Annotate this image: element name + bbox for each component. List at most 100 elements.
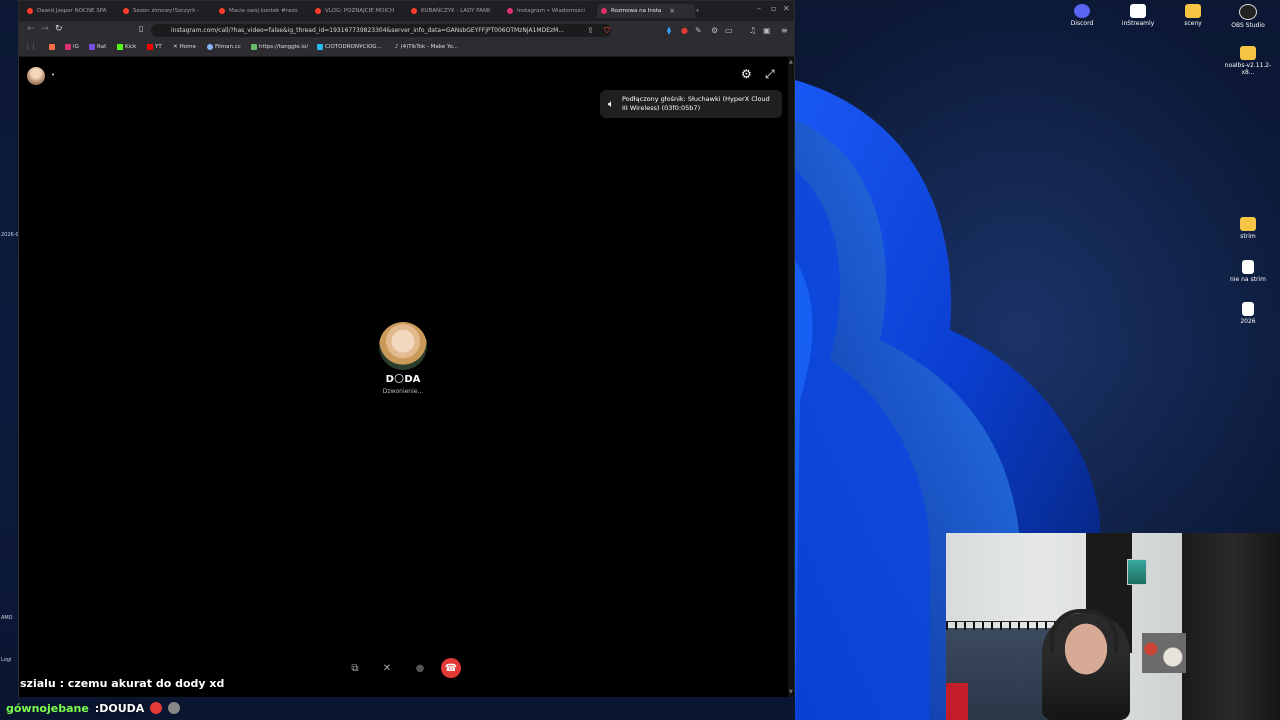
folder-icon: [1185, 4, 1201, 18]
tab-active[interactable]: Rozmowa na Insta ×: [597, 4, 695, 18]
tab-title: VLOG: POZNAJCIE MOICH: [325, 8, 395, 14]
desktop-icon-sceny[interactable]: sceny: [1165, 4, 1221, 27]
bookmark-icon[interactable]: ▯: [139, 24, 143, 33]
minimize-icon[interactable]: –: [757, 4, 761, 13]
callee-name: D🌕DA: [385, 374, 421, 385]
tab[interactable]: Sezon zimowy!Szczyrk -: [123, 4, 209, 18]
desktop-edge-label: AMD: [1, 615, 13, 621]
url-input[interactable]: instagram.com/call/?has_video=false&ig_t…: [151, 24, 611, 37]
webcam-overlay: [946, 533, 1280, 720]
call-status: Dzwonienie...: [382, 388, 424, 395]
bookmark-item[interactable]: ✕ Home: [173, 44, 196, 50]
puzzle-icon[interactable]: ⚙: [711, 26, 718, 35]
desktop-edge-label: 2026-0: [1, 232, 19, 238]
bookmark-item[interactable]: CIOTODRON¥CIOG...: [317, 44, 382, 50]
bookmark-item[interactable]: YT: [147, 44, 162, 50]
desktop-icon-label: Discord: [1070, 20, 1094, 27]
desktop-icon-discord[interactable]: Discord: [1054, 4, 1110, 27]
bookmark-label: Filman.cc: [215, 44, 241, 50]
desktop-icon-instreamly[interactable]: inStreamly: [1110, 4, 1166, 27]
document-icon: [1242, 302, 1254, 316]
settings-gear-icon[interactable]: ⚙: [741, 67, 752, 81]
chat-username: gównojebane: [6, 701, 89, 715]
address-bar: ← → ↻ ▯ instagram.com/call/?has_video=fa…: [19, 21, 794, 40]
wallet-icon[interactable]: ▣: [763, 26, 771, 35]
scroll-up-icon[interactable]: ▲: [789, 59, 793, 65]
desktop-icon-obs-studio[interactable]: OBS Studio: [1220, 4, 1276, 29]
desktop-icon-label: noalbs-v2.11.2-x8...: [1224, 62, 1272, 76]
bookmark-favicon: [317, 44, 323, 50]
instagram-icon: [507, 8, 513, 14]
bookmark-item[interactable]: Kick: [117, 44, 136, 50]
chat-message: szialu : czemu akurat do dody xd: [20, 677, 225, 690]
bookmark-favicon: [251, 44, 257, 50]
microphone-button[interactable]: ●: [410, 658, 430, 678]
sidebar-icon[interactable]: ▭: [725, 26, 733, 35]
maximize-icon[interactable]: ▫: [771, 4, 776, 13]
fullscreen-icon[interactable]: ⤢: [765, 67, 775, 82]
forward-arrow-icon[interactable]: →: [41, 24, 49, 34]
emote-icon: [150, 702, 163, 714]
self-avatar: [27, 67, 45, 85]
back-arrow-icon[interactable]: ←: [27, 24, 35, 34]
youtube-icon: [219, 8, 225, 14]
desktop-icon-strim[interactable]: strim: [1220, 217, 1276, 240]
close-icon[interactable]: ×: [669, 7, 675, 15]
camera-off-button[interactable]: ✕: [377, 658, 397, 678]
end-call-button[interactable]: ☎: [441, 658, 461, 678]
desktop-icon-label: OBS Studio: [1231, 22, 1265, 29]
desktop-icon-label: 2026: [1240, 318, 1256, 325]
youtube-icon: [315, 8, 321, 14]
bookmark-label: CIOTODRON¥CIOG...: [325, 44, 382, 50]
chat-text: :DOUDA: [94, 701, 145, 715]
extension-icon[interactable]: ●: [681, 26, 688, 35]
screen-share-button[interactable]: ⧉: [345, 658, 365, 678]
bookmark-item[interactable]: IG: [65, 44, 79, 50]
bookmark-item[interactable]: Rat: [89, 44, 106, 50]
bookmark-item[interactable]: https://tanggle.io/: [251, 44, 308, 50]
x-icon: ✕: [173, 44, 178, 50]
tab[interactable]: KUBAŃCZYK - LADY PANK: [411, 4, 495, 18]
menu-icon[interactable]: ≡: [781, 26, 788, 35]
instreamly-icon: [1130, 4, 1146, 18]
reload-icon[interactable]: ↻: [55, 24, 63, 34]
tab-title: Rozmowa na Insta: [611, 8, 662, 14]
scroll-down-icon[interactable]: ▼: [789, 689, 793, 695]
desktop-icon-2026[interactable]: 2026: [1220, 302, 1276, 325]
youtube-icon: [411, 8, 417, 14]
emote-icon: [168, 702, 181, 714]
apps-grid-icon[interactable]: ⋮⋮: [25, 44, 36, 50]
share-icon[interactable]: ⇪: [587, 26, 594, 35]
extension-icon[interactable]: ✎: [695, 26, 702, 35]
music-icon[interactable]: ♫: [749, 26, 756, 35]
bookmark-label: Rat: [97, 44, 107, 50]
call-view: • ⚙ ⤢ 🔈︎ Podłączony głośnik: Słuchawki (…: [19, 57, 794, 697]
bookmark-item[interactable]: Filman.cc: [207, 44, 241, 50]
close-window-icon[interactable]: ✕: [783, 4, 790, 13]
scrollbar[interactable]: ▲ ▼: [788, 57, 794, 697]
new-tab-button[interactable]: +: [695, 4, 705, 18]
instagram-icon: [65, 44, 71, 50]
folder-icon: [1240, 217, 1256, 231]
extension-icon[interactable]: ⧫: [667, 26, 671, 35]
desktop-icon-label: strim: [1240, 233, 1256, 240]
bookmark-item[interactable]: ♪ (4)TikTok - Make Yo...: [395, 44, 458, 50]
desktop-edge-label: Logi: [1, 657, 12, 663]
desktop-icon-nie-na-strim[interactable]: nie na strim: [1220, 260, 1276, 283]
bookmark-item[interactable]: [49, 44, 55, 50]
bookmark-label: YT: [155, 44, 162, 50]
bookmark-favicon: [89, 44, 95, 50]
bookmark-favicon: [49, 44, 55, 50]
tab[interactable]: Instagram • Wiadomości: [507, 4, 593, 18]
bookmark-label: Kick: [125, 44, 137, 50]
desktop-icon-noalbs[interactable]: noalbs-v2.11.2-x8...: [1220, 46, 1276, 76]
speaker-connected-toast: 🔈︎ Podłączony głośnik: Słuchawki (HyperX…: [600, 90, 782, 118]
tab[interactable]: VLOG: POZNAJCIE MOICH: [315, 4, 399, 18]
youtube-icon: [147, 44, 153, 50]
chat-message: gównojebane :DOUDA: [6, 700, 181, 716]
youtube-icon: [123, 8, 129, 14]
youtube-icon: [27, 8, 33, 14]
brave-shield-icon[interactable]: ⛉: [604, 26, 610, 36]
tab[interactable]: Dawid Jasper NOCNE SPA: [27, 4, 115, 18]
tab[interactable]: Macie swój kontek #razo: [219, 4, 303, 18]
